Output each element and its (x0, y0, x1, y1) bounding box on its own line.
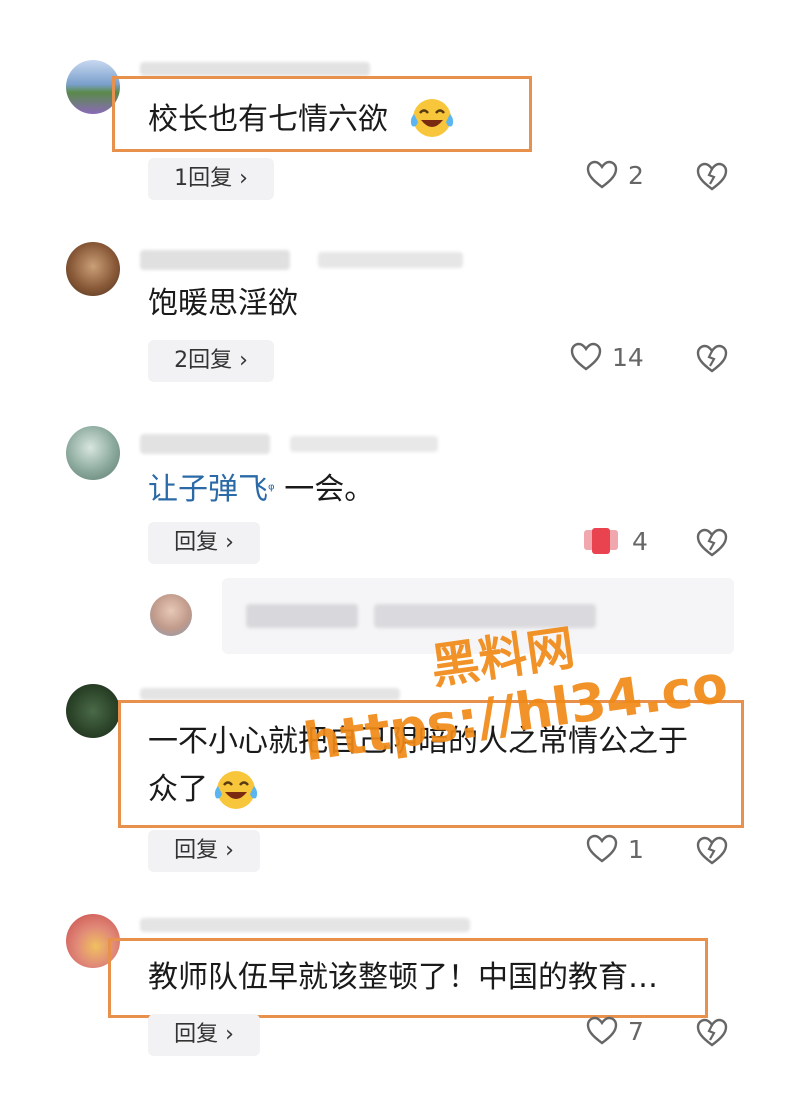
comment-text: 饱暖思淫欲 (148, 286, 298, 321)
like-button[interactable]: 14 (570, 342, 644, 372)
laughing-crying-emoji-icon (214, 771, 258, 809)
broken-heart-icon[interactable] (696, 344, 728, 374)
like-button-liked[interactable]: 4 (582, 526, 648, 556)
username-blurred[interactable] (140, 62, 370, 76)
comment-text: 校长也有七情六欲 (148, 102, 388, 137)
reply-button[interactable]: 1回复 › (148, 158, 274, 200)
reply-button[interactable]: 回复 › (148, 830, 260, 872)
broken-heart-icon[interactable] (696, 1018, 728, 1048)
like-button[interactable]: 2 (586, 160, 644, 190)
broken-heart-icon[interactable] (696, 528, 728, 558)
broken-heart-icon[interactable] (696, 162, 728, 192)
avatar[interactable] (150, 594, 192, 636)
like-count: 7 (628, 1016, 644, 1046)
comment-text: 让子弹飞ᵠ 一会。 (148, 472, 375, 507)
avatar[interactable] (66, 242, 120, 296)
comment-text-line2: 众了 (148, 772, 208, 807)
metadata-blurred (318, 252, 463, 268)
heart-icon (586, 160, 618, 189)
like-count: 14 (612, 342, 644, 372)
heart-filled-icon (584, 528, 618, 554)
mention-link[interactable]: 让子弹飞 (148, 472, 268, 507)
username-blurred[interactable] (140, 434, 270, 454)
heart-icon (570, 342, 602, 371)
username-blurred[interactable] (140, 688, 400, 700)
like-count: 1 (628, 834, 644, 864)
heart-icon (586, 1016, 618, 1045)
like-button[interactable]: 1 (586, 834, 644, 864)
avatar[interactable] (66, 684, 120, 738)
username-blurred[interactable] (140, 918, 470, 932)
broken-heart-icon[interactable] (696, 836, 728, 866)
search-icon[interactable]: ᵠ (268, 480, 275, 499)
username-blurred[interactable] (140, 250, 290, 270)
laughing-crying-emoji-icon (410, 99, 454, 137)
reply-button[interactable]: 2回复 › (148, 340, 274, 382)
metadata-blurred (290, 436, 438, 452)
like-button[interactable]: 7 (586, 1016, 644, 1046)
avatar[interactable] (66, 426, 120, 480)
sub-reply-blurred (246, 604, 358, 628)
comment-text: 教师队伍早就该整顿了！中国的教育… (148, 960, 658, 995)
like-count: 2 (628, 160, 644, 190)
heart-icon (586, 834, 618, 863)
like-count: 4 (632, 526, 648, 556)
reply-button[interactable]: 回复 › (148, 1014, 260, 1056)
reply-button[interactable]: 回复 › (148, 522, 260, 564)
